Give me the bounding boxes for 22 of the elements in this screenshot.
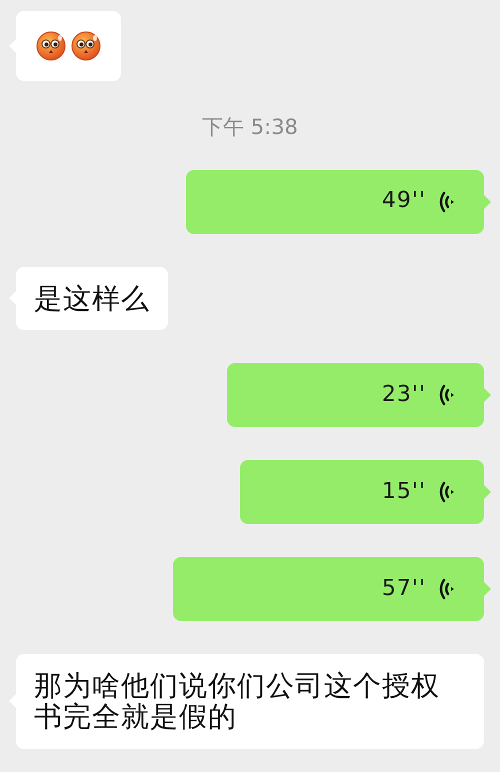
voice-message-bubble[interactable]: 49'' (186, 170, 484, 234)
pleading-face-icon (71, 31, 101, 61)
voice-icon (438, 480, 454, 503)
voice-icon (438, 384, 454, 406)
timestamp: 下午 5:38 (202, 115, 298, 139)
voice-message-bubble[interactable]: 15'' (240, 460, 484, 524)
message-bubble[interactable]: 那为啥他们说你们公司这个授权书完全就是假的 (16, 654, 484, 749)
voice-duration: 49'' (382, 189, 426, 214)
voice-duration: 57'' (382, 576, 426, 602)
message-bubble[interactable]: 是这样么 (16, 266, 168, 330)
bubble-tail (484, 484, 491, 499)
bubble-tail (484, 388, 491, 402)
message-bubble[interactable] (16, 11, 121, 81)
voice-duration: 15'' (382, 480, 426, 504)
voice-duration: 23'' (382, 382, 426, 408)
voice-icon (438, 578, 454, 600)
bubble-tail (484, 194, 491, 208)
voice-message-bubble[interactable]: 23'' (227, 362, 484, 427)
voice-icon (438, 190, 454, 212)
pleading-face-icon (36, 31, 66, 61)
voice-message-bubble[interactable]: 57'' (172, 556, 484, 621)
bubble-tail (484, 582, 491, 596)
